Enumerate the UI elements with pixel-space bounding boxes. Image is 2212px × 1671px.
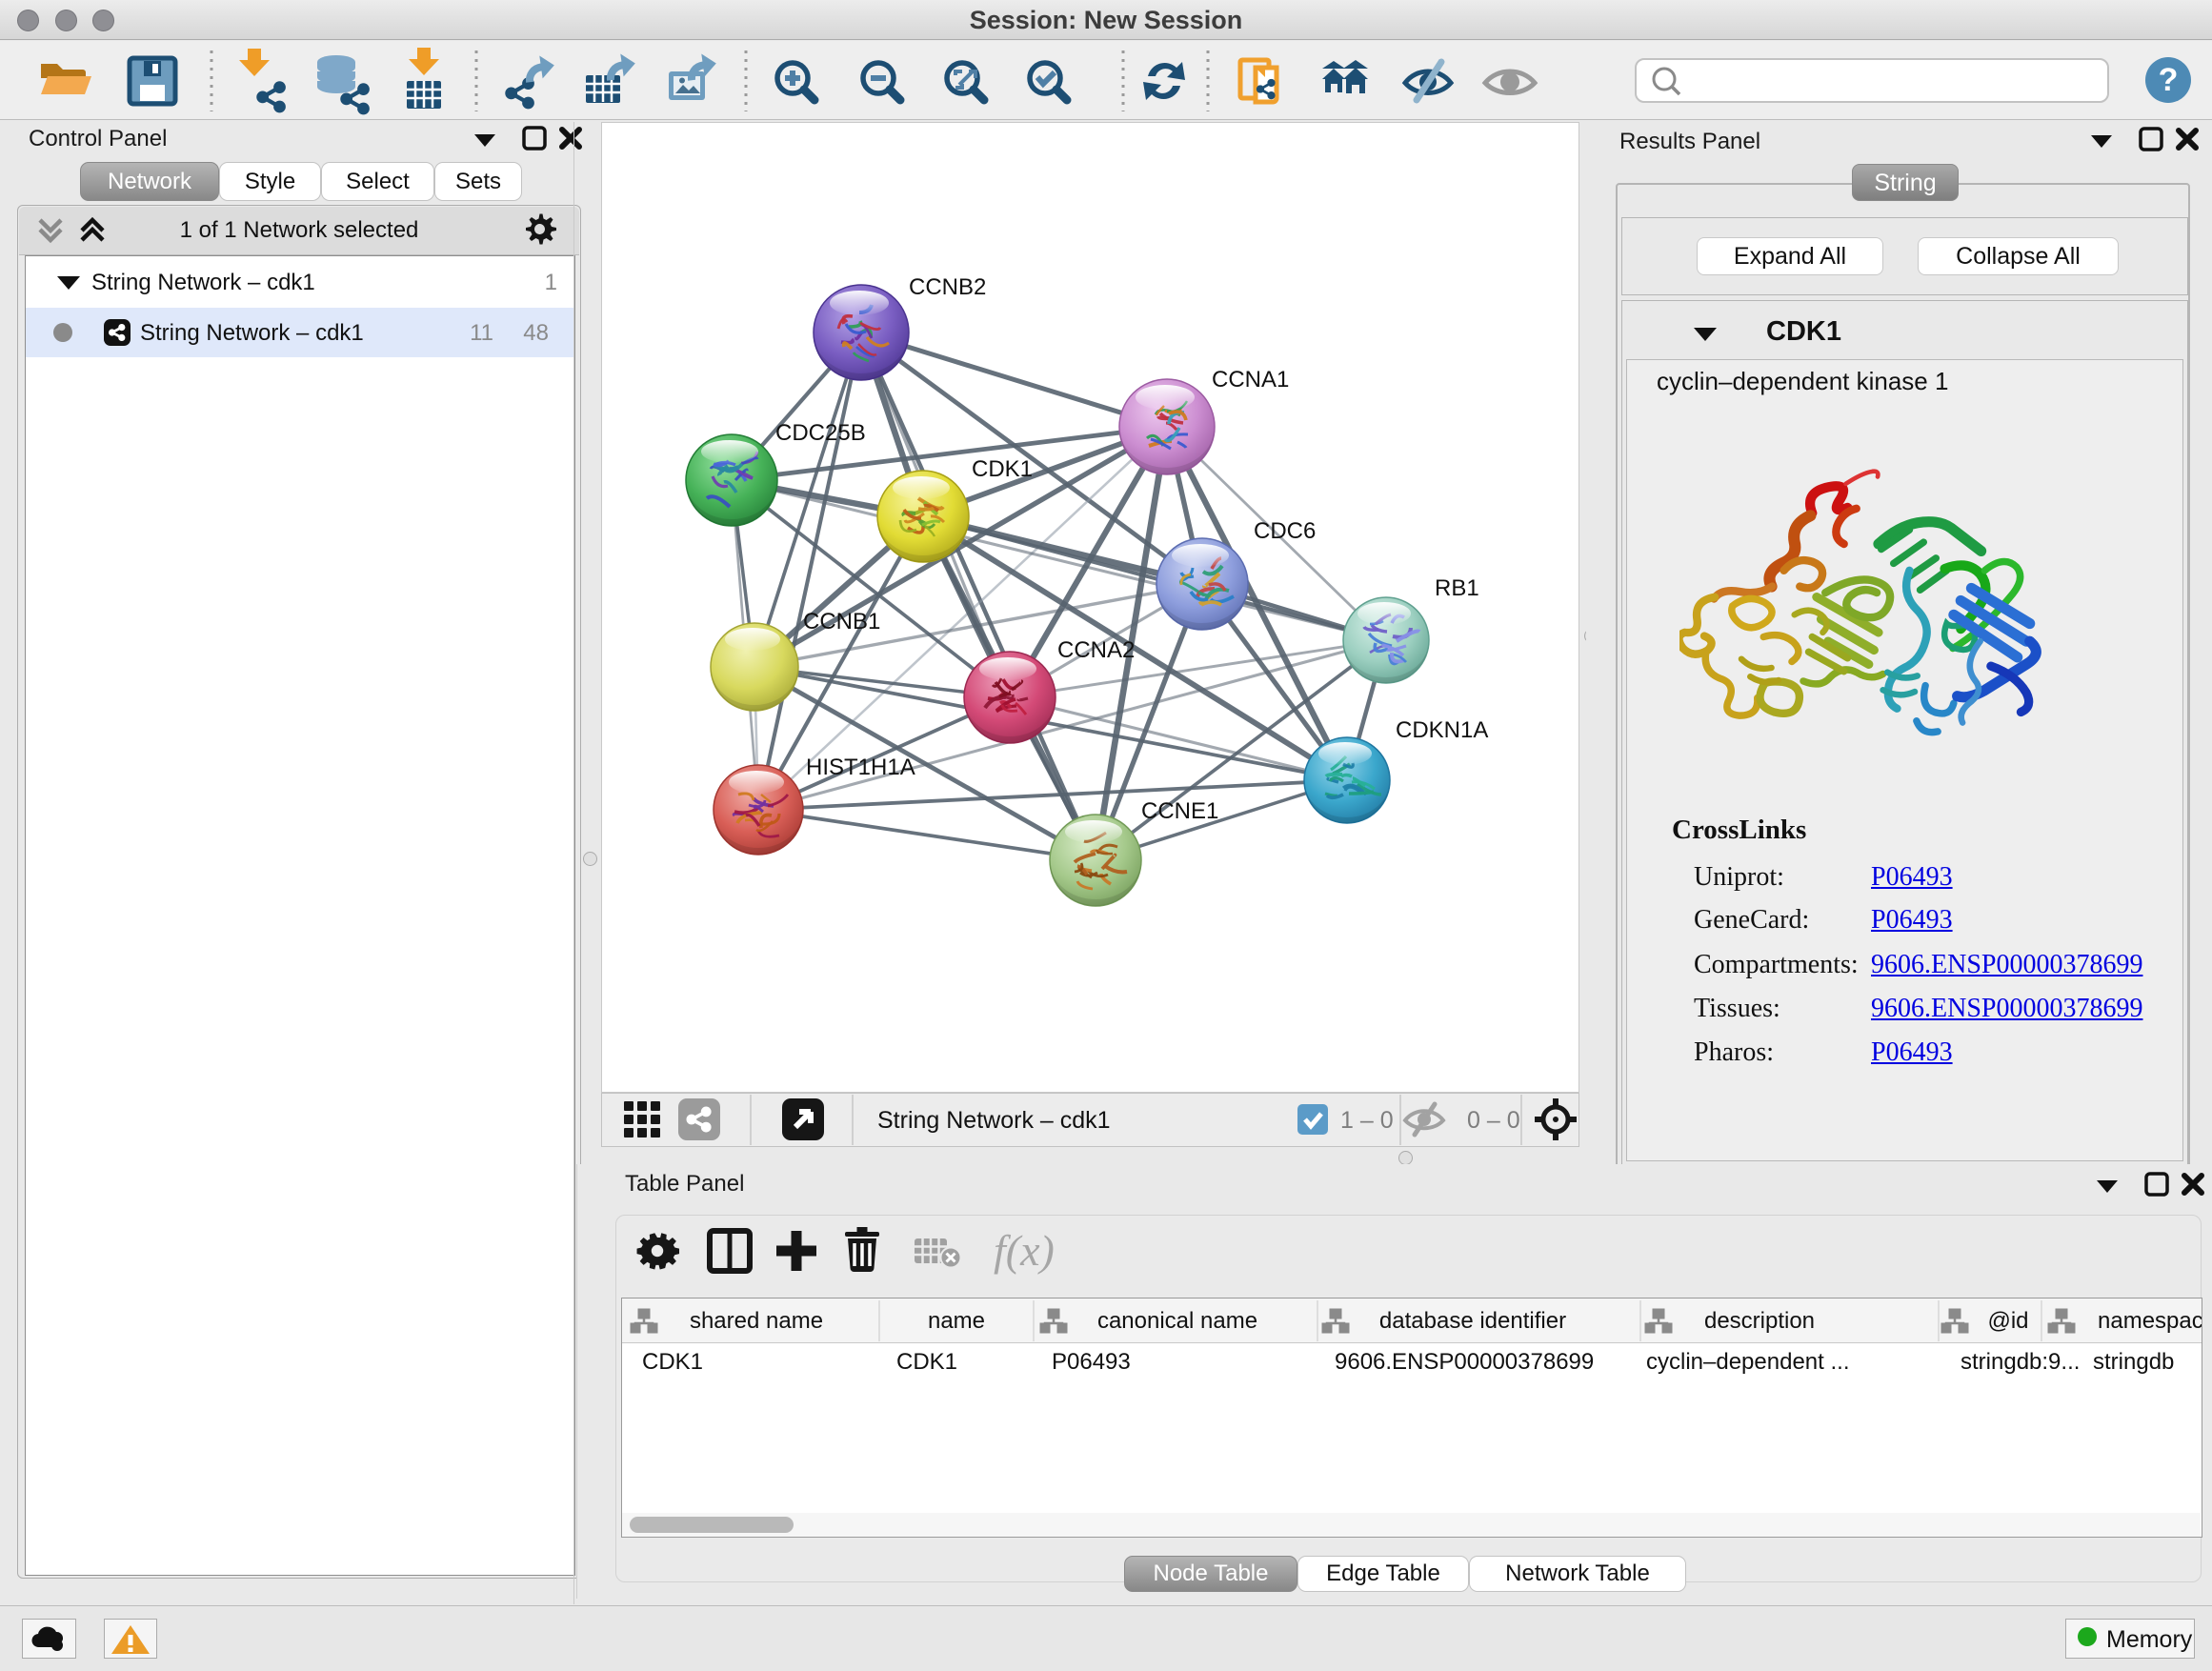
svg-text:RB1: RB1: [1435, 575, 1479, 601]
svg-text:CDC6: CDC6: [1254, 518, 1316, 544]
svg-text:CCNA2: CCNA2: [1057, 637, 1135, 663]
svg-text:database identifier: database identifier: [1379, 1308, 1566, 1334]
svg-text:HIST1H1A: HIST1H1A: [806, 755, 915, 780]
svg-text:namespace: namespace: [2098, 1308, 2202, 1334]
svg-text:CCNE1: CCNE1: [1141, 798, 1218, 824]
svg-text:CCNB1: CCNB1: [803, 609, 880, 634]
svg-text:shared name: shared name: [690, 1308, 823, 1334]
svg-text:@id: @id: [1987, 1308, 2028, 1334]
svg-text:name: name: [928, 1308, 985, 1334]
svg-text:CDKN1A: CDKN1A: [1396, 717, 1488, 743]
svg-text:0 – 0: 0 – 0: [1467, 1107, 1520, 1134]
svg-text:CCNA1: CCNA1: [1212, 367, 1289, 393]
svg-text:1 – 0: 1 – 0: [1340, 1107, 1394, 1134]
svg-text:description: description: [1704, 1308, 1815, 1334]
svg-text:CDC25B: CDC25B: [775, 420, 866, 446]
svg-text:CCNB2: CCNB2: [909, 274, 986, 300]
svg-text:canonical name: canonical name: [1097, 1308, 1257, 1334]
svg-text:f(x): f(x): [994, 1226, 1055, 1275]
svg-text:String Network – cdk1: String Network – cdk1: [877, 1107, 1111, 1134]
svg-text:CDK1: CDK1: [972, 456, 1033, 482]
